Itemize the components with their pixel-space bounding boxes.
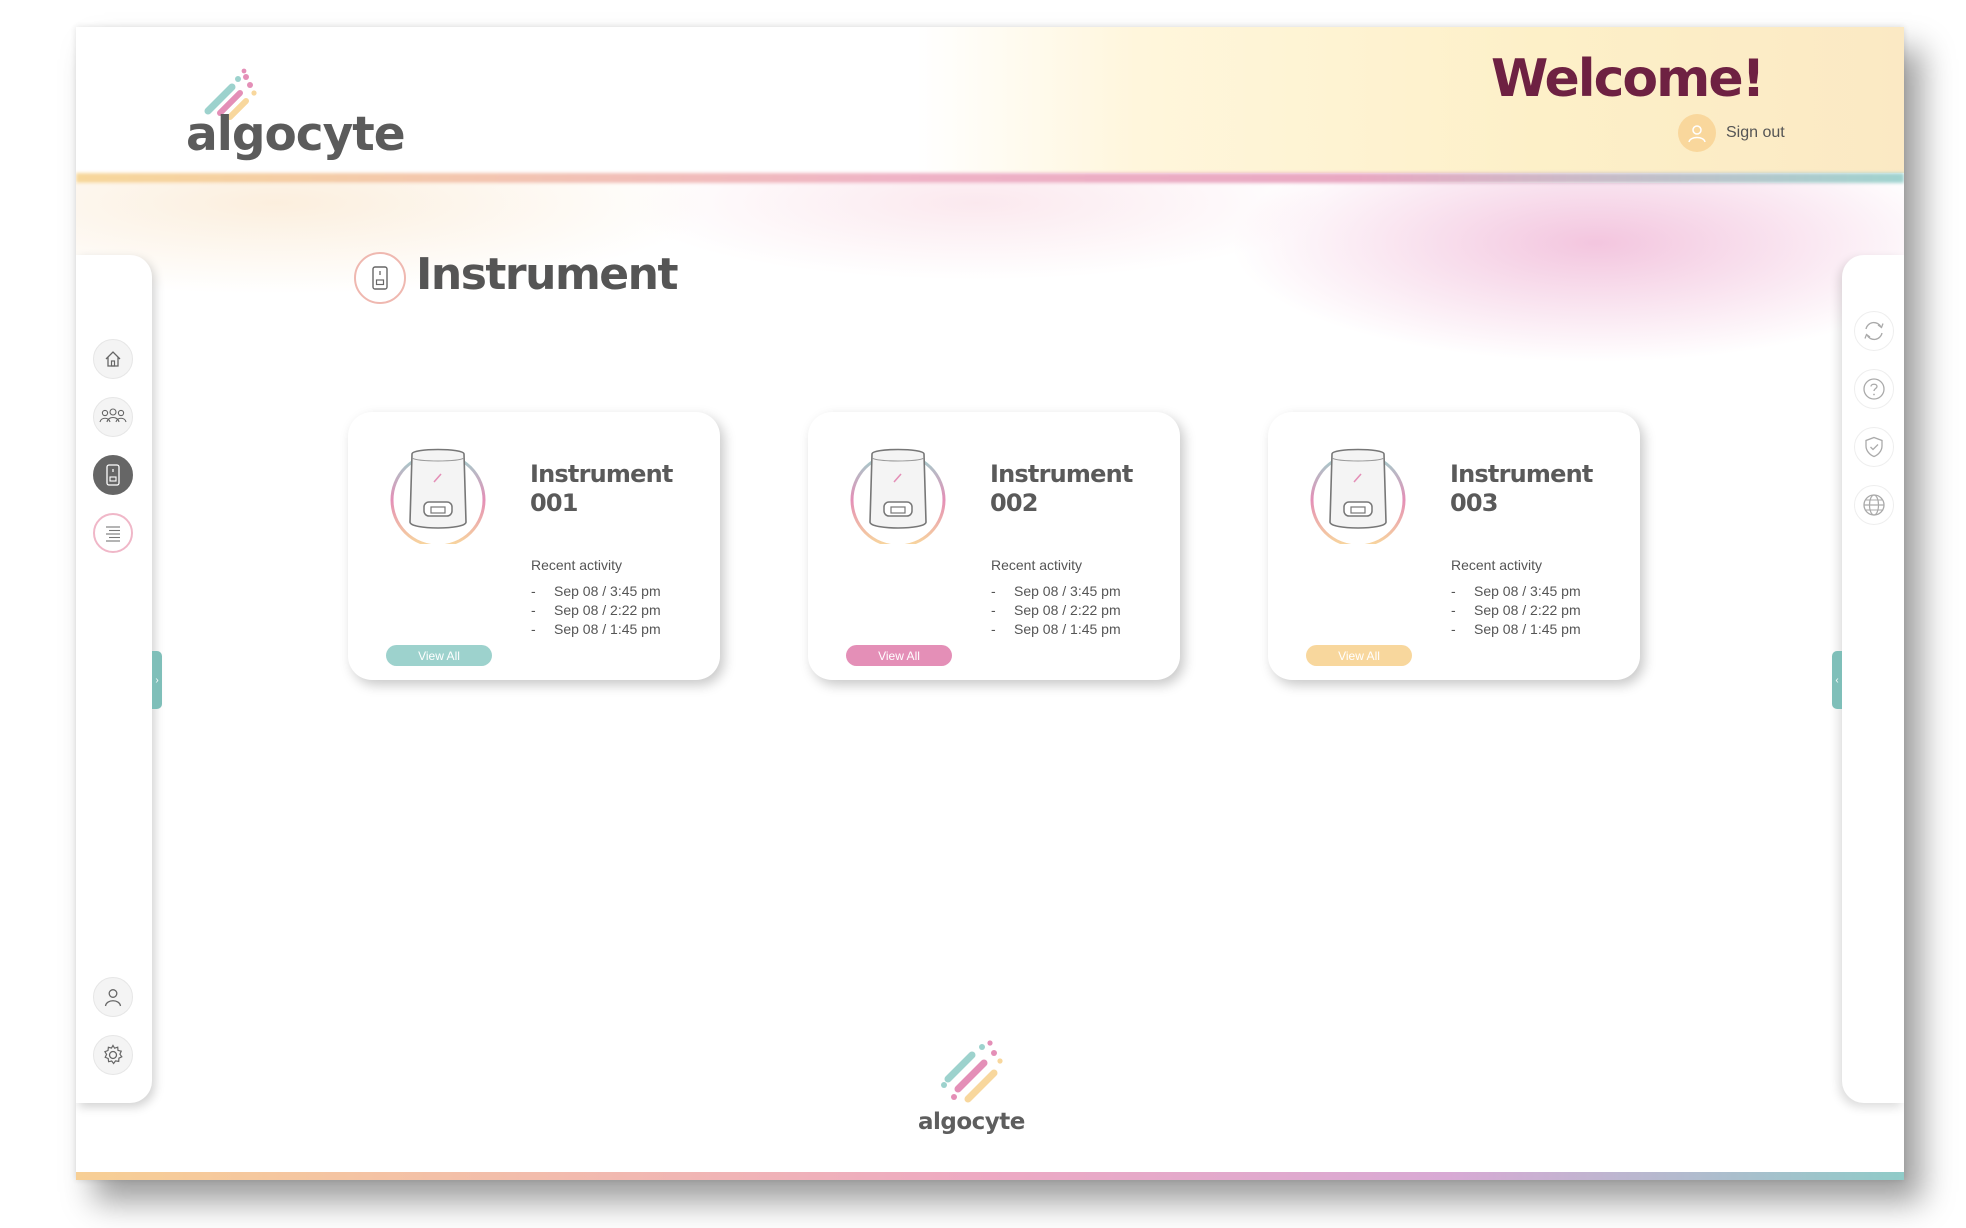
refresh-icon bbox=[1864, 321, 1884, 341]
activity-list: - Sep 08 / 3:45 pm - Sep 08 / 2:22 pm - Sep… bbox=[1451, 582, 1581, 639]
sidebar-item-profile[interactable] bbox=[93, 977, 133, 1017]
instrument-card: Instrument 002 Recent activity - Sep 08 /… bbox=[808, 412, 1180, 680]
brand-name: algocyte bbox=[186, 107, 406, 162]
instrument-device-icon bbox=[390, 448, 486, 544]
sign-out-control[interactable]: Sign out bbox=[1678, 113, 1785, 153]
users-icon bbox=[99, 408, 127, 423]
logo-mark-icon bbox=[941, 1040, 1003, 1103]
instrument-card-title: Instrument 001 bbox=[530, 460, 673, 517]
instrument-icon bbox=[106, 464, 120, 486]
sidebar-item-language[interactable] bbox=[1854, 485, 1894, 525]
list-icon bbox=[106, 526, 120, 542]
sidebar-item-settings[interactable] bbox=[93, 1035, 133, 1075]
list-item: - Sep 08 / 1:45 pm bbox=[1451, 621, 1581, 637]
page-title-icon bbox=[354, 252, 406, 304]
instrument-icon bbox=[372, 266, 388, 290]
view-all-button[interactable]: View All bbox=[386, 645, 492, 666]
instrument-card-title: Instrument 002 bbox=[990, 460, 1133, 517]
globe-icon bbox=[1863, 494, 1885, 516]
brand-logo[interactable]: algocyte bbox=[186, 63, 406, 173]
left-sidebar bbox=[76, 255, 152, 1103]
gear-icon bbox=[104, 1044, 123, 1065]
sidebar-item-users[interactable] bbox=[93, 397, 133, 437]
view-all-button[interactable]: View All bbox=[846, 645, 952, 666]
recent-activity-label: Recent activity bbox=[531, 557, 623, 573]
page-title: Instrument bbox=[416, 249, 679, 300]
list-item: - Sep 08 / 3:45 pm bbox=[531, 583, 661, 599]
home-icon bbox=[105, 351, 121, 367]
shield-icon bbox=[1865, 436, 1883, 458]
header-divider bbox=[76, 173, 1904, 183]
sidebar-item-instrument[interactable] bbox=[93, 455, 133, 495]
sign-out-link[interactable]: Sign out bbox=[1726, 124, 1785, 142]
avatar[interactable] bbox=[1678, 114, 1716, 152]
sidebar-item-home[interactable] bbox=[93, 339, 133, 379]
list-item: - Sep 08 / 2:22 pm bbox=[991, 602, 1121, 618]
list-item: - Sep 08 / 3:45 pm bbox=[1451, 583, 1581, 599]
list-item: - Sep 08 / 2:22 pm bbox=[531, 602, 661, 618]
sidebar-item-list[interactable] bbox=[93, 513, 133, 553]
view-all-button[interactable]: View All bbox=[1306, 645, 1412, 666]
user-icon bbox=[104, 989, 122, 1007]
instrument-card: Instrument 003 Recent activity - Sep 08 /… bbox=[1268, 412, 1640, 680]
footer-logo: algocyte bbox=[916, 1039, 1036, 1149]
recent-activity-label: Recent activity bbox=[991, 557, 1083, 573]
app-window: algocyte Welcome! Sign out › ‹ Instrumen… bbox=[76, 27, 1904, 1180]
activity-list: - Sep 08 / 3:45 pm - Sep 08 / 2:22 pm - Sep… bbox=[531, 582, 661, 639]
list-item: - Sep 08 / 2:22 pm bbox=[1451, 602, 1581, 618]
right-sidebar bbox=[1842, 255, 1904, 1103]
brand-name: algocyte bbox=[918, 1109, 1025, 1135]
sidebar-item-help[interactable] bbox=[1854, 369, 1894, 409]
welcome-heading: Welcome! bbox=[1491, 49, 1765, 109]
list-item: - Sep 08 / 1:45 pm bbox=[991, 621, 1121, 637]
sidebar-item-sync[interactable] bbox=[1854, 311, 1894, 351]
user-icon bbox=[1688, 125, 1706, 143]
right-sidebar-toggle[interactable]: ‹ bbox=[1832, 651, 1842, 709]
left-sidebar-toggle[interactable]: › bbox=[152, 651, 162, 709]
recent-activity-label: Recent activity bbox=[1451, 557, 1543, 573]
list-item: - Sep 08 / 3:45 pm bbox=[991, 583, 1121, 599]
instrument-card: Instrument 001 Recent activity - Sep 08 /… bbox=[348, 412, 720, 680]
footer-divider bbox=[76, 1172, 1904, 1180]
instrument-device-icon bbox=[1310, 448, 1406, 544]
sidebar-item-security[interactable] bbox=[1854, 427, 1894, 467]
activity-list: - Sep 08 / 3:45 pm - Sep 08 / 2:22 pm - Sep… bbox=[991, 582, 1121, 639]
instrument-card-title: Instrument 003 bbox=[1450, 460, 1593, 517]
help-icon bbox=[1863, 378, 1885, 400]
list-item: - Sep 08 / 1:45 pm bbox=[531, 621, 661, 637]
instrument-device-icon bbox=[850, 448, 946, 544]
